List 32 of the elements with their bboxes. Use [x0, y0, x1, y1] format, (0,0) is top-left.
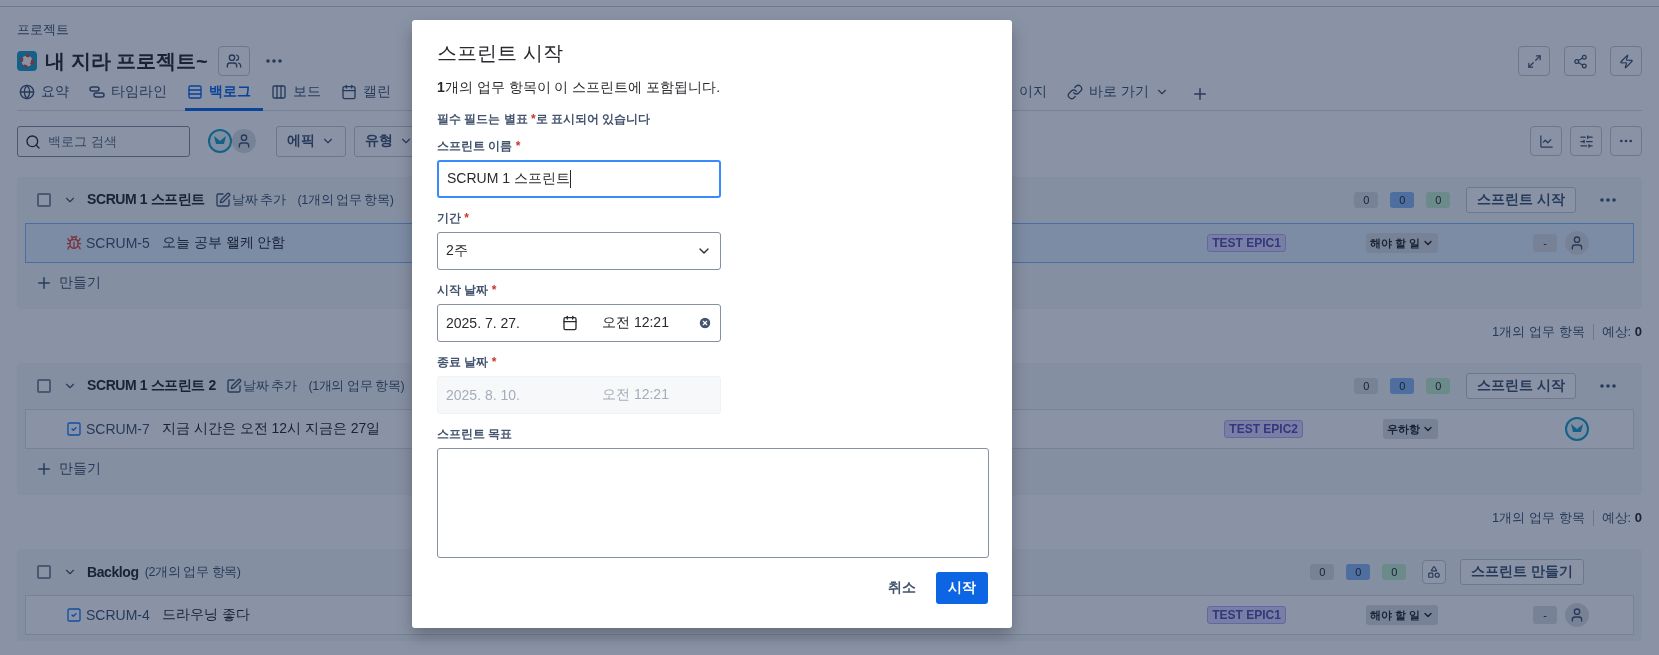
issue-summary: 지금 시간은 오전 12시 지금은 27일 [161, 420, 381, 438]
status-count: 0 [1354, 192, 1379, 208]
field-label: 기간 * [437, 210, 470, 227]
project-title: 내 지라 프로젝트~ [45, 48, 208, 74]
status-count: 0 [1390, 378, 1415, 394]
field-label: 종료 날짜 * [437, 354, 498, 371]
status-count: 0 [1426, 192, 1451, 208]
status-count: 0 [1310, 564, 1335, 580]
dialog-intro: 1개의 업무 항목이 이 스프린트에 포함됩니다. [437, 79, 722, 97]
status-count: 0 [1426, 378, 1451, 394]
issue-count: (1개의 업무 항목) [308, 377, 405, 395]
status-count: 0 [1382, 564, 1407, 580]
estimate-total: 예상: 0 [1601, 509, 1642, 527]
issue-count: (2개의 업무 항목) [144, 563, 241, 581]
sprint-name: Backlog [87, 564, 139, 580]
field-label: 스프린트 목표 [437, 426, 514, 443]
estimate-total: 예상: 0 [1601, 323, 1642, 341]
field-label: 시작 날짜 * [437, 282, 498, 299]
dialog-title: 스프린트 시작 [437, 41, 564, 66]
status-count: 0 [1354, 378, 1379, 394]
required-note: 필수 필드는 별표 *로 표시되어 있습니다 [437, 111, 652, 128]
sprint-name: SCRUM 1 스프린트 2 [87, 377, 216, 395]
issue-summary: 드라우닝 좋다 [161, 606, 250, 624]
field-label: 스프린트 이름 * [437, 138, 522, 155]
issue-count: (1개의 업무 항목) [297, 191, 394, 209]
issue-summary: 오늘 공부 왤케 안함 [161, 234, 286, 252]
status-count: 0 [1346, 564, 1371, 580]
status-count: 0 [1390, 192, 1415, 208]
date-time-field: 2025. 8. 10. 오전 12:21 [437, 376, 721, 414]
issue-total: 1개의 업무 항목 [1492, 509, 1585, 527]
issue-total: 1개의 업무 항목 [1492, 323, 1585, 341]
sprint-name: SCRUM 1 스프린트 [87, 191, 206, 209]
